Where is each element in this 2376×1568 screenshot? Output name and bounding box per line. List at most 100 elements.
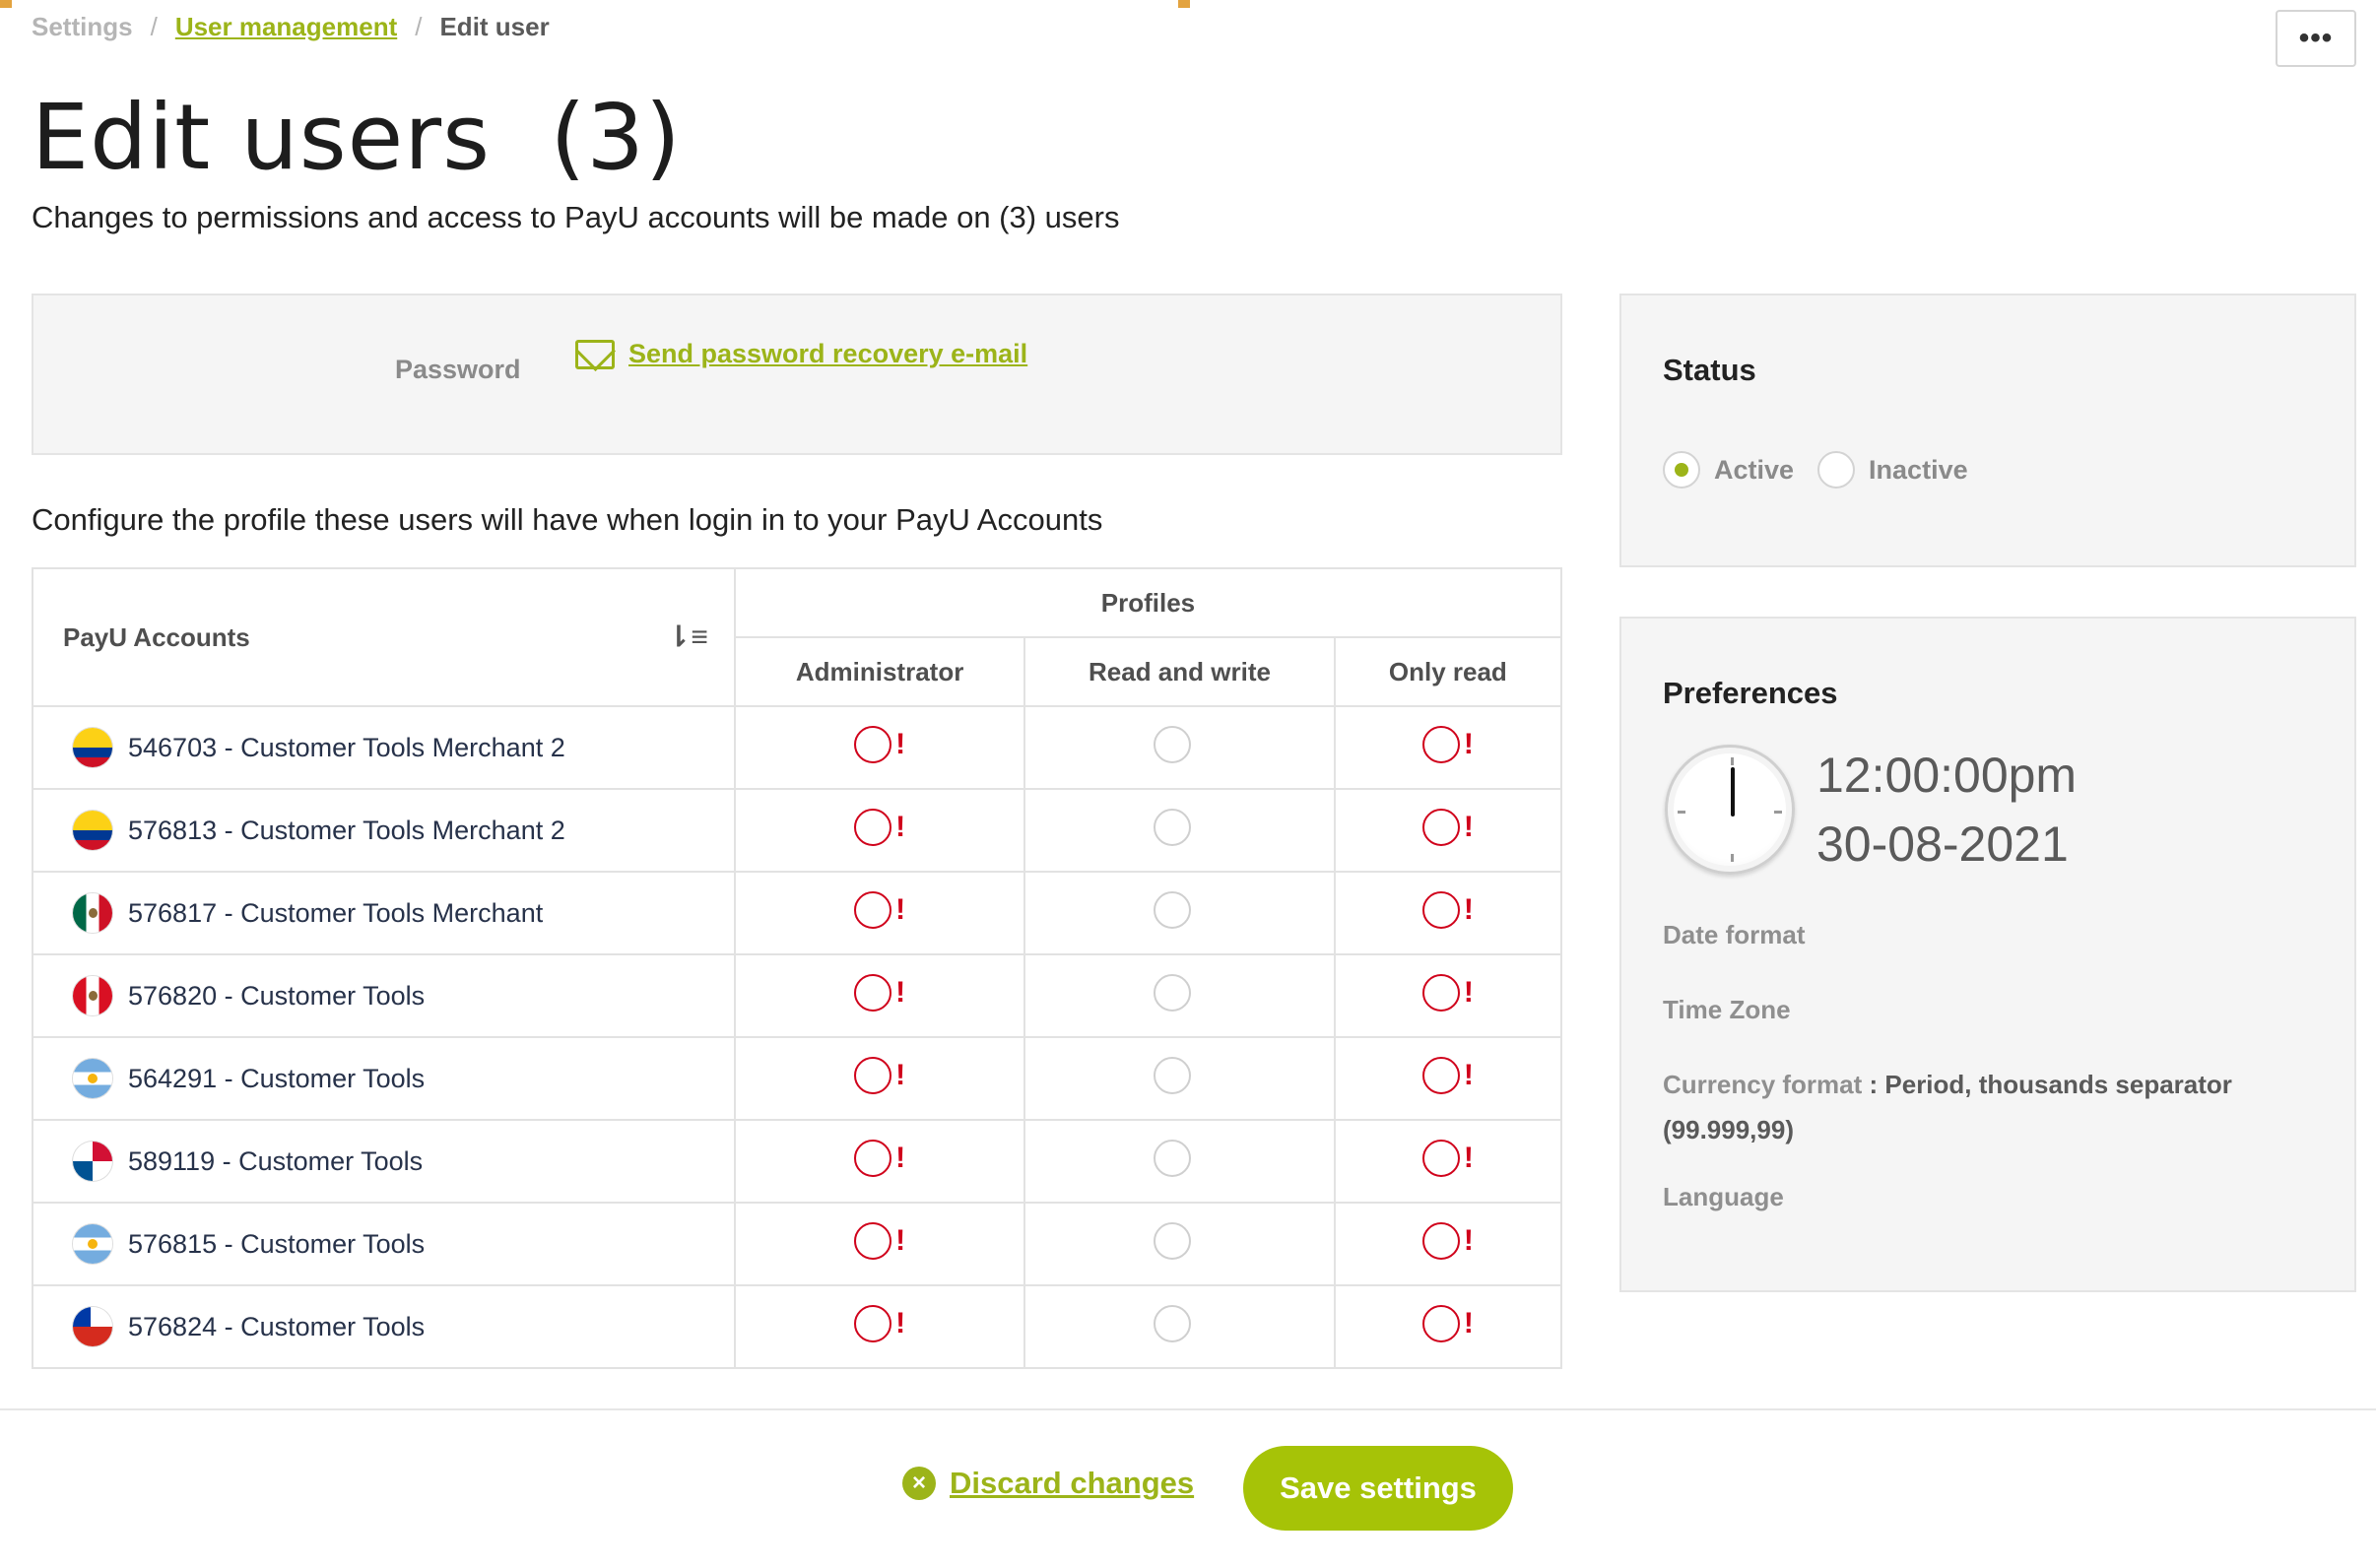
profile-radio-read-and-write[interactable] [1154,1304,1192,1342]
profile-radio-only-read[interactable] [1421,1221,1460,1260]
top-marker-left [0,0,12,8]
column-administrator: Administrator [733,636,1026,707]
status-options: Active Inactive [1663,451,1992,489]
flag-co-icon [73,728,112,767]
profile-cell-read-and-write [1023,953,1336,1038]
status-active-option[interactable]: Active [1663,451,1794,489]
account-cell: 576820 - Customer Tools [32,953,736,1038]
profile-radio-only-read[interactable] [1421,725,1460,763]
profile-radio-only-read[interactable] [1421,1139,1460,1177]
profile-config-text: Configure the profile these users will h… [32,502,1103,537]
current-time: 12:00:00pm [1816,748,2078,803]
password-panel: Password Send password recovery e-mail [32,294,1562,455]
date-format-label: Date format [1663,920,1806,949]
save-settings-button[interactable]: Save settings [1243,1446,1513,1531]
warning-icon: ! [895,1058,906,1091]
warning-icon: ! [1463,1141,1474,1174]
breadcrumb-separator: / [415,12,423,41]
profile-radio-administrator[interactable] [854,1304,892,1342]
profile-cell-read-and-write [1023,705,1336,790]
sort-icon[interactable]: ⇂≡ [666,621,708,655]
preferences-panel: Preferences 12:00:00pm 30-08-2021 Date f… [1619,617,2356,1292]
flag-pe-icon [73,976,112,1015]
profile-radio-read-and-write[interactable] [1154,973,1192,1012]
profile-cell-only-read: ! [1333,1119,1563,1204]
account-cell: 576824 - Customer Tools [32,1284,736,1369]
profile-radio-only-read[interactable] [1421,973,1460,1012]
table-row: 564291 - Customer Tools!! [32,1036,1563,1121]
profile-cell-administrator: ! [733,788,1026,873]
page-subtitle: Changes to permissions and access to Pay… [32,200,1120,234]
currency-format-label: Currency format [1663,1070,1863,1099]
warning-icon: ! [895,1223,906,1257]
footer-divider [0,1408,2376,1410]
accounts-table: PayU Accounts ⇂≡ Profiles Administrator … [32,567,1563,1369]
account-label: 589119 - Customer Tools [128,1145,424,1176]
status-title: Status [1663,353,1756,387]
profile-cell-administrator: ! [733,1119,1026,1204]
profile-cell-administrator: ! [733,1284,1026,1369]
profile-radio-only-read[interactable] [1421,890,1460,929]
account-cell: 576817 - Customer Tools Merchant [32,871,736,955]
profile-radio-administrator[interactable] [854,1221,892,1260]
flag-pa-icon [73,1142,112,1181]
status-inactive-option[interactable]: Inactive [1817,451,1968,489]
status-inactive-radio[interactable] [1817,451,1856,489]
accounts-column-header: PayU Accounts ⇂≡ [32,567,736,707]
more-options-button[interactable]: ••• [2276,10,2356,67]
profile-radio-read-and-write[interactable] [1154,1221,1192,1260]
profile-radio-only-read[interactable] [1421,808,1460,846]
table-row: 576824 - Customer Tools!! [32,1284,1563,1369]
account-label: 576815 - Customer Tools [128,1228,426,1259]
table-row: 576815 - Customer Tools!! [32,1202,1563,1286]
profile-radio-administrator[interactable] [854,1056,892,1094]
discard-changes-label[interactable]: Discard changes [950,1466,1194,1501]
send-password-recovery-label[interactable]: Send password recovery e-mail [628,339,1027,369]
breadcrumb: Settings / User management / Edit user [32,12,550,42]
status-active-label: Active [1714,454,1795,485]
profile-radio-only-read[interactable] [1421,1304,1460,1342]
profile-cell-only-read: ! [1333,1284,1563,1369]
warning-icon: ! [1463,1306,1474,1339]
profile-radio-administrator[interactable] [854,725,892,763]
profile-radio-read-and-write[interactable] [1154,890,1192,929]
profile-cell-only-read: ! [1333,705,1563,790]
profile-cell-only-read: ! [1333,788,1563,873]
breadcrumb-user-management[interactable]: User management [175,12,397,42]
profile-radio-administrator[interactable] [854,808,892,846]
profile-radio-administrator[interactable] [854,1139,892,1177]
currency-format-example: (99.999,99) [1663,1115,1794,1144]
profile-radio-administrator[interactable] [854,973,892,1012]
clock-icon [1665,745,1795,875]
profile-cell-read-and-write [1023,1036,1336,1121]
profile-cell-only-read: ! [1333,871,1563,955]
profile-cell-administrator: ! [733,1202,1026,1286]
account-label: 564291 - Customer Tools [128,1063,426,1093]
profile-radio-only-read[interactable] [1421,1056,1460,1094]
status-active-radio[interactable] [1663,451,1700,489]
profile-radio-read-and-write[interactable] [1154,808,1192,846]
warning-icon: ! [895,1306,906,1339]
profile-radio-administrator[interactable] [854,890,892,929]
profile-radio-read-and-write[interactable] [1154,1139,1192,1177]
flag-ar-icon [73,1224,112,1264]
breadcrumb-separator: / [150,12,158,41]
profile-cell-read-and-write [1023,1202,1336,1286]
profile-radio-read-and-write[interactable] [1154,725,1192,763]
flag-cl-icon [73,1307,112,1346]
profile-radio-read-and-write[interactable] [1154,1056,1192,1094]
status-panel: Status Active Inactive [1619,294,2356,567]
column-read-and-write: Read and write [1023,636,1336,707]
flag-mx-icon [73,893,112,933]
breadcrumb-settings[interactable]: Settings [32,12,133,42]
password-label: Password [395,355,521,384]
breadcrumb-edit-user: Edit user [439,12,550,41]
top-marker-center [1178,0,1190,8]
send-password-recovery-link[interactable]: Send password recovery e-mail [575,339,1027,369]
preferences-title: Preferences [1663,676,1838,710]
profile-cell-read-and-write [1023,788,1336,873]
account-label: 576813 - Customer Tools Merchant 2 [128,815,565,845]
warning-icon: ! [1463,727,1474,760]
page-title: Edit users (3) [32,85,682,190]
discard-changes-link[interactable]: × Discard changes [902,1466,1194,1501]
